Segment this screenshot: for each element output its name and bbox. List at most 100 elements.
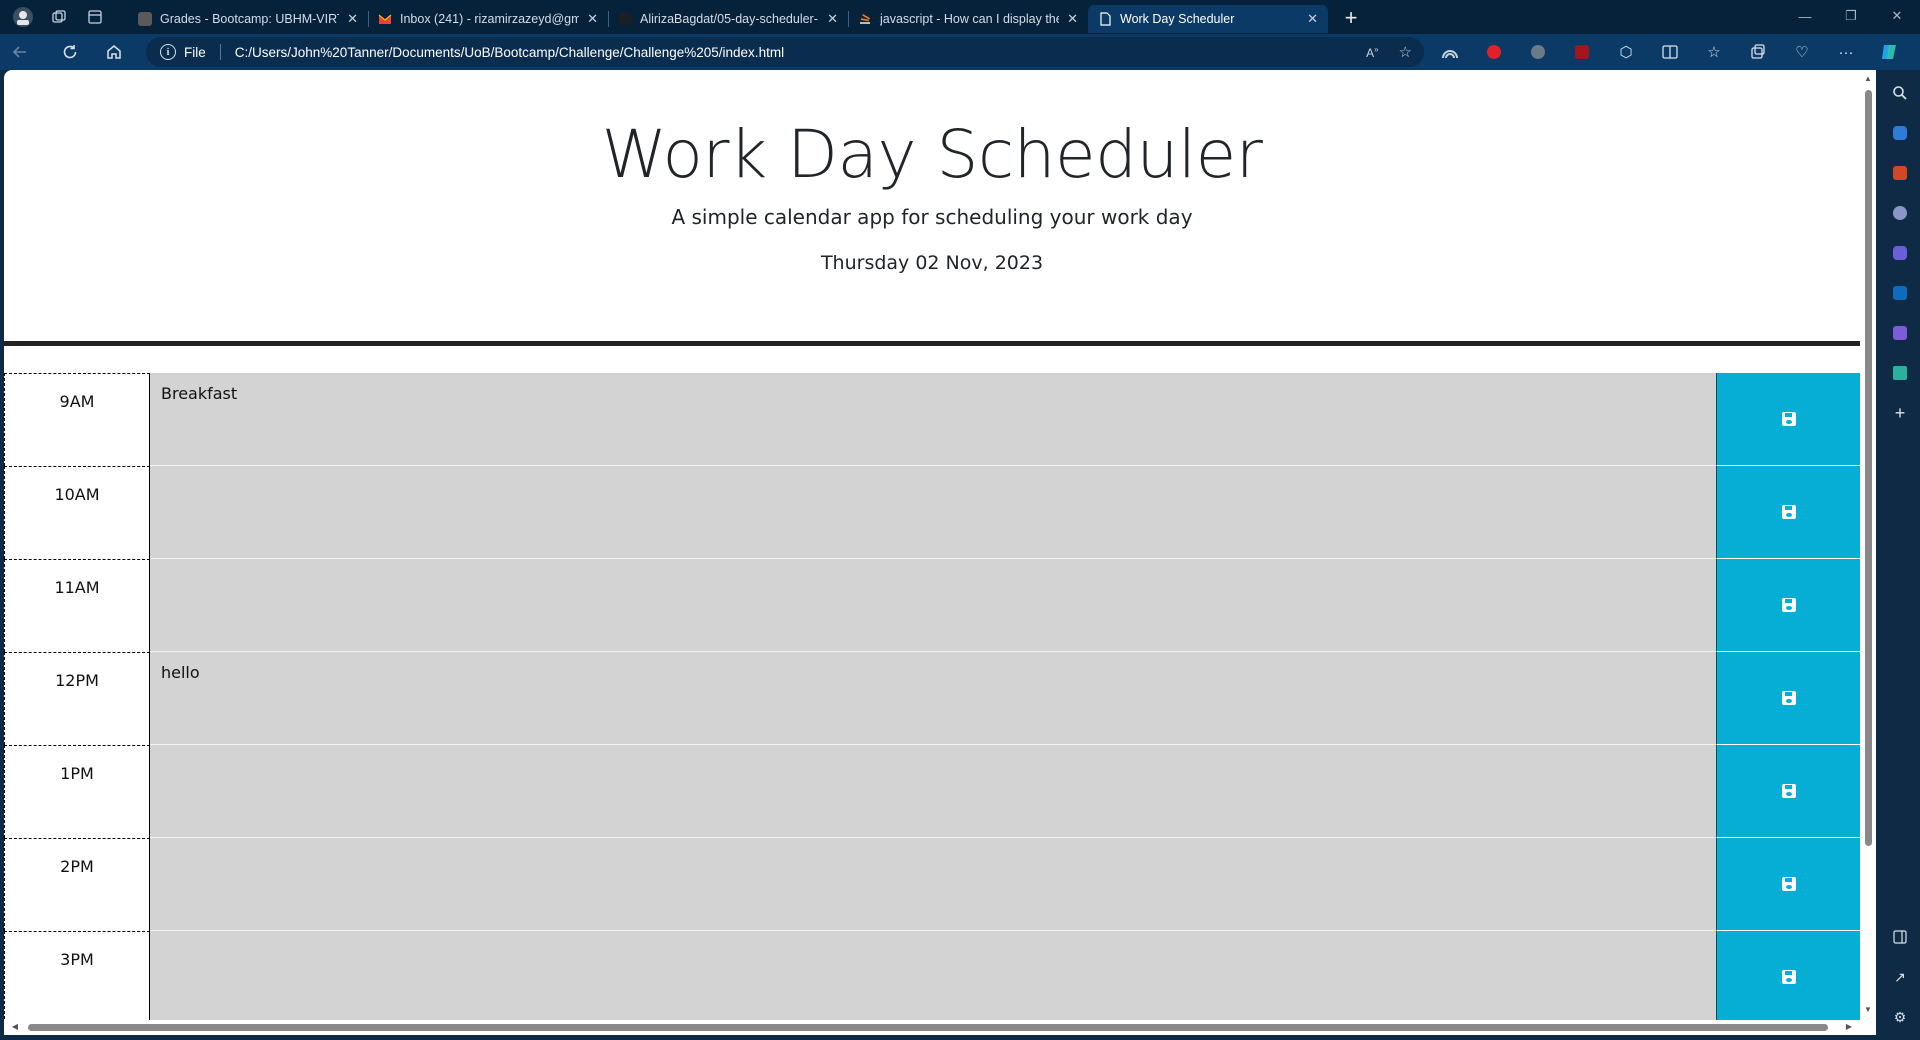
hour-label: 9AM <box>4 373 150 466</box>
event-description-input[interactable] <box>150 745 1716 838</box>
browser-tab-active[interactable]: Work Day Scheduler ✕ <box>1088 5 1328 33</box>
shopping-tag-icon[interactable] <box>1889 122 1911 144</box>
event-description-input[interactable] <box>150 559 1716 652</box>
tab-close-icon[interactable]: ✕ <box>1307 11 1318 27</box>
time-block-9am: 9AM Breakfast <box>4 373 1860 466</box>
back-arrow-icon[interactable] <box>0 36 40 68</box>
add-sidebar-app-icon[interactable]: + <box>1889 402 1911 424</box>
vertical-scroll-thumb[interactable] <box>1865 90 1872 846</box>
schedule-container: 9AM Breakfast 10AM 11AM 12PM hello 1PM 2… <box>4 373 1860 1024</box>
scroll-down-arrow-icon[interactable]: ▼ <box>1863 1005 1873 1015</box>
restore-icon[interactable]: ❐ <box>1828 0 1874 32</box>
extension-rainbow-icon[interactable] <box>1430 36 1470 68</box>
close-window-icon[interactable]: ✕ <box>1874 0 1920 32</box>
profile-avatar-icon[interactable] <box>8 2 38 32</box>
floppy-disk-icon <box>1781 877 1796 891</box>
window-controls: — ❐ ✕ <box>1782 0 1920 32</box>
save-button[interactable] <box>1716 838 1860 931</box>
save-button[interactable] <box>1716 652 1860 745</box>
scroll-right-arrow-icon[interactable]: ▶ <box>1844 1022 1854 1032</box>
stackoverflow-favicon-icon <box>858 12 872 26</box>
tools-briefcase-icon[interactable] <box>1889 162 1911 184</box>
address-bar[interactable]: i File C:/Users/John%20Tanner/Documents/… <box>146 37 1424 67</box>
address-scheme: File <box>184 44 206 60</box>
copilot-icon[interactable] <box>1870 36 1910 68</box>
browser-essentials-icon[interactable]: ♡ <box>1782 36 1822 68</box>
horizontal-scroll-thumb[interactable] <box>28 1024 1828 1031</box>
more-options-icon[interactable]: ··· <box>1826 36 1866 68</box>
time-block-1pm: 1PM <box>4 745 1860 838</box>
search-icon[interactable] <box>1889 82 1911 104</box>
hour-label: 11AM <box>4 559 150 652</box>
drop-icon[interactable] <box>1889 322 1911 344</box>
scroll-left-arrow-icon[interactable]: ◀ <box>10 1022 20 1032</box>
refresh-icon[interactable] <box>50 36 90 68</box>
page-viewport: Work Day Scheduler A simple calendar app… <box>4 70 1860 1035</box>
address-url[interactable]: C:/Users/John%20Tanner/Documents/UoB/Boo… <box>235 45 784 60</box>
new-tab-button[interactable]: + <box>1334 4 1368 32</box>
extension-stop-icon[interactable] <box>1474 36 1514 68</box>
extension-gray-icon[interactable] <box>1518 36 1558 68</box>
floppy-disk-icon <box>1781 691 1796 705</box>
time-block-3pm: 3PM <box>4 931 1860 1024</box>
browser-toolbar: i File C:/Users/John%20Tanner/Documents/… <box>0 34 1920 70</box>
save-button[interactable] <box>1716 931 1860 1024</box>
extensions-puzzle-icon[interactable]: ⬡ <box>1606 36 1646 68</box>
time-block-12pm: 12PM hello <box>4 652 1860 745</box>
browser-tab[interactable]: javascript - How can I display the ✕ <box>848 5 1088 33</box>
open-external-icon[interactable]: ↗ <box>1889 966 1911 988</box>
time-block-10am: 10AM <box>4 466 1860 559</box>
settings-gear-icon[interactable]: ⚙ <box>1889 1006 1911 1028</box>
page-title: Work Day Scheduler <box>601 116 1263 193</box>
workspaces-icon[interactable] <box>44 2 74 32</box>
home-icon[interactable] <box>94 36 134 68</box>
time-block-2pm: 2PM <box>4 838 1860 931</box>
send-paper-plane-icon[interactable] <box>1889 362 1911 384</box>
browser-tab[interactable]: AlirizaBagdat/05-day-scheduler- ✕ <box>608 5 848 33</box>
hour-label: 2PM <box>4 838 150 931</box>
event-description-input[interactable] <box>150 466 1716 559</box>
collections-icon[interactable] <box>1738 36 1778 68</box>
event-description-input[interactable] <box>150 931 1716 1024</box>
tab-close-icon[interactable]: ✕ <box>587 11 598 27</box>
tab-strip: Grades - Bootcamp: UBHM-VIRT ✕ Inbox (24… <box>0 0 1920 34</box>
save-button[interactable] <box>1716 466 1860 559</box>
tab-actions-icon[interactable] <box>80 2 110 32</box>
info-icon[interactable]: i <box>160 44 176 60</box>
favorites-icon[interactable]: ☆ <box>1694 36 1734 68</box>
read-aloud-icon[interactable]: A» <box>1366 45 1378 60</box>
tab-close-icon[interactable]: ✕ <box>347 11 358 27</box>
minimize-icon[interactable]: — <box>1782 0 1828 32</box>
hour-label: 3PM <box>4 931 150 1024</box>
address-divider <box>219 44 221 60</box>
save-button[interactable] <box>1716 559 1860 652</box>
hour-label: 10AM <box>4 466 150 559</box>
tab-favicon-icon <box>138 12 152 26</box>
floppy-disk-icon <box>1781 505 1796 519</box>
tab-title: Work Day Scheduler <box>1120 12 1235 26</box>
games-icon[interactable] <box>1889 202 1911 224</box>
time-block-11am: 11AM <box>4 559 1860 652</box>
event-description-input[interactable]: hello <box>150 652 1716 745</box>
tab-close-icon[interactable]: ✕ <box>827 11 838 27</box>
scroll-up-arrow-icon[interactable]: ▲ <box>1863 74 1873 84</box>
save-button[interactable] <box>1716 373 1860 466</box>
page-header: Work Day Scheduler A simple calendar app… <box>4 70 1860 346</box>
horizontal-scrollbar[interactable]: ◀ ▶ <box>4 1020 1860 1035</box>
extension-ublock-icon[interactable] <box>1562 36 1602 68</box>
event-description-input[interactable]: Breakfast <box>150 373 1716 466</box>
gmail-favicon-icon <box>378 12 392 26</box>
event-description-input[interactable] <box>150 838 1716 931</box>
browser-tab[interactable]: Inbox (241) - rizamirzazeyd@gm ✕ <box>368 5 608 33</box>
outlook-icon[interactable] <box>1889 282 1911 304</box>
split-screen-icon[interactable] <box>1650 36 1690 68</box>
document-favicon-icon <box>1098 12 1112 26</box>
microsoft-365-icon[interactable] <box>1889 242 1911 264</box>
vertical-scrollbar[interactable]: ▲ ▼ <box>1860 70 1876 1035</box>
tab-close-icon[interactable]: ✕ <box>1067 11 1078 27</box>
hide-sidebar-icon[interactable] <box>1889 926 1911 948</box>
tab-title: Inbox (241) - rizamirzazeyd@gm <box>400 12 580 26</box>
browser-tab[interactable]: Grades - Bootcamp: UBHM-VIRT ✕ <box>128 5 368 33</box>
save-button[interactable] <box>1716 745 1860 838</box>
favorite-star-icon[interactable]: ☆ <box>1399 43 1412 61</box>
